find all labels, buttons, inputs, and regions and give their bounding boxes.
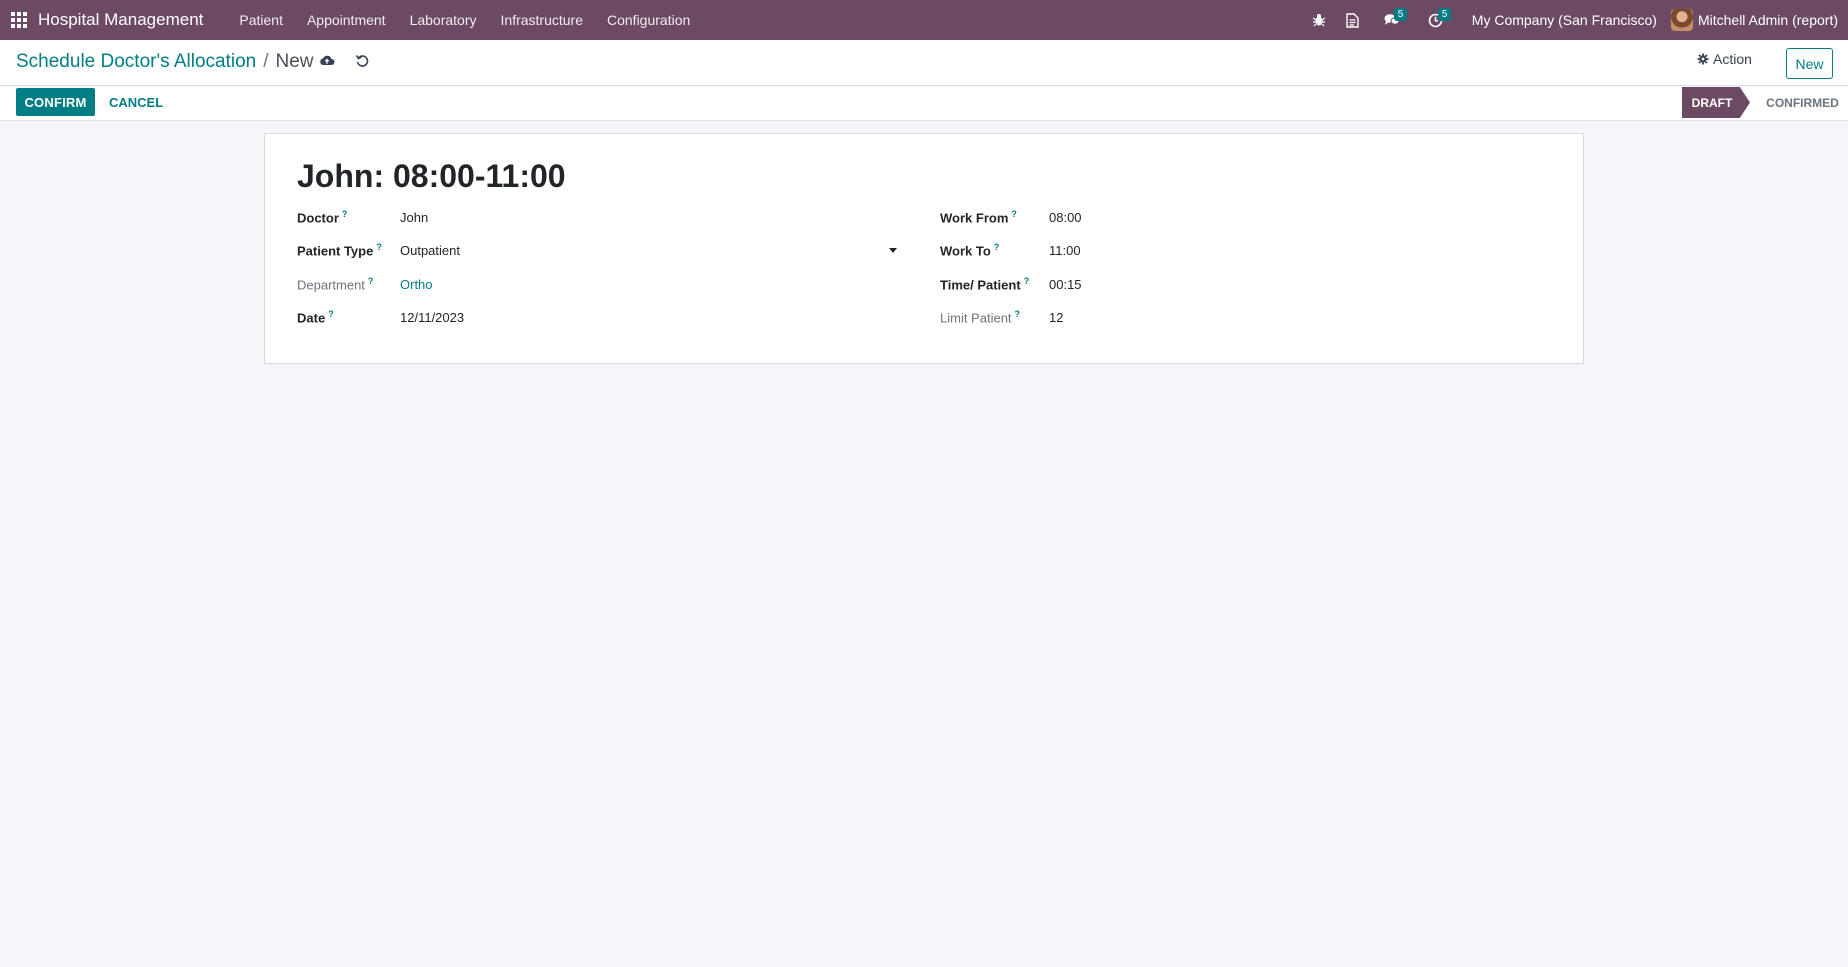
limit-patient-field[interactable]: 12 xyxy=(1049,310,1063,325)
date-field[interactable]: 12/11/2023 xyxy=(400,310,464,325)
gear-icon xyxy=(1697,53,1709,65)
patient-type-label: Patient Type? xyxy=(297,242,382,259)
breadcrumb-current: New xyxy=(275,51,314,72)
stage-confirmed[interactable]: CONFIRMED xyxy=(1757,87,1848,118)
confirm-button[interactable]: CONFIRM xyxy=(16,88,95,116)
time-per-patient-label: Time/ Patient? xyxy=(940,276,1030,293)
time-per-patient-field[interactable]: 00:15 xyxy=(1049,277,1082,292)
stage-draft[interactable]: DRAFT xyxy=(1682,87,1750,118)
apps-menu-icon[interactable] xyxy=(0,0,38,40)
department-label: Department? xyxy=(297,276,374,293)
debug-bug-icon[interactable] xyxy=(1302,0,1336,40)
activities-count-badge: 5 xyxy=(1437,8,1452,21)
save-cloud-icon[interactable] xyxy=(319,53,337,71)
patient-type-select[interactable]: Outpatient xyxy=(400,243,460,258)
menu-laboratory[interactable]: Laboratory xyxy=(398,12,489,28)
help-tooltip-icon[interactable]: ? xyxy=(328,309,334,319)
date-label: Date? xyxy=(297,309,334,326)
work-to-label: Work To? xyxy=(940,242,1000,259)
user-name: Mitchell Admin (report) xyxy=(1697,12,1838,28)
breadcrumb-parent-link[interactable]: Schedule Doctor's Allocation xyxy=(16,51,256,73)
company-switcher[interactable]: My Company (San Francisco) xyxy=(1458,12,1671,28)
cancel-button[interactable]: CANCEL xyxy=(104,88,168,116)
menu-patient[interactable]: Patient xyxy=(227,12,295,28)
messages-icon[interactable]: 5 xyxy=(1370,0,1414,40)
work-to-field[interactable]: 11:00 xyxy=(1049,243,1081,258)
chevron-down-icon[interactable] xyxy=(889,248,897,253)
top-navbar: Hospital Management Patient Appointment … xyxy=(0,0,1848,40)
statusbar: CONFIRM CANCEL DRAFT CONFIRMED xyxy=(0,87,1848,121)
doctor-field[interactable]: John xyxy=(400,210,428,225)
record-title: John: 08:00-11:00 xyxy=(297,158,566,194)
activities-clock-icon[interactable]: 5 xyxy=(1414,0,1458,40)
breadcrumb-separator: / xyxy=(263,51,269,72)
help-tooltip-icon[interactable]: ? xyxy=(342,209,348,219)
control-panel: Schedule Doctor's Allocation / New Actio… xyxy=(0,40,1848,86)
user-menu[interactable]: Mitchell Admin (report) xyxy=(1670,9,1848,31)
help-tooltip-icon[interactable]: ? xyxy=(368,276,374,286)
work-from-field[interactable]: 08:00 xyxy=(1049,210,1082,225)
new-record-button[interactable]: New xyxy=(1786,48,1833,79)
doctor-label: Doctor? xyxy=(297,209,348,226)
work-from-label: Work From? xyxy=(940,209,1017,226)
menu-configuration[interactable]: Configuration xyxy=(595,12,702,28)
action-label: Action xyxy=(1713,51,1752,67)
action-menu-button[interactable]: Action xyxy=(1697,51,1752,67)
app-name[interactable]: Hospital Management xyxy=(38,10,215,30)
help-tooltip-icon[interactable]: ? xyxy=(994,242,1000,252)
limit-patient-label: Limit Patient? xyxy=(940,309,1021,326)
help-tooltip-icon[interactable]: ? xyxy=(1024,276,1030,286)
avatar xyxy=(1670,9,1693,31)
document-icon[interactable] xyxy=(1336,0,1370,40)
breadcrumb: Schedule Doctor's Allocation / New xyxy=(16,51,314,73)
discard-undo-icon[interactable] xyxy=(355,53,373,71)
messages-count-badge: 5 xyxy=(1393,8,1408,21)
help-tooltip-icon[interactable]: ? xyxy=(1011,209,1017,219)
help-tooltip-icon[interactable]: ? xyxy=(1015,309,1021,319)
department-link[interactable]: Ortho xyxy=(400,277,433,292)
menu-appointment[interactable]: Appointment xyxy=(295,12,398,28)
help-tooltip-icon[interactable]: ? xyxy=(376,242,382,252)
menu-infrastructure[interactable]: Infrastructure xyxy=(489,12,595,28)
form-sheet: John: 08:00-11:00 Doctor? John Patient T… xyxy=(264,133,1584,364)
